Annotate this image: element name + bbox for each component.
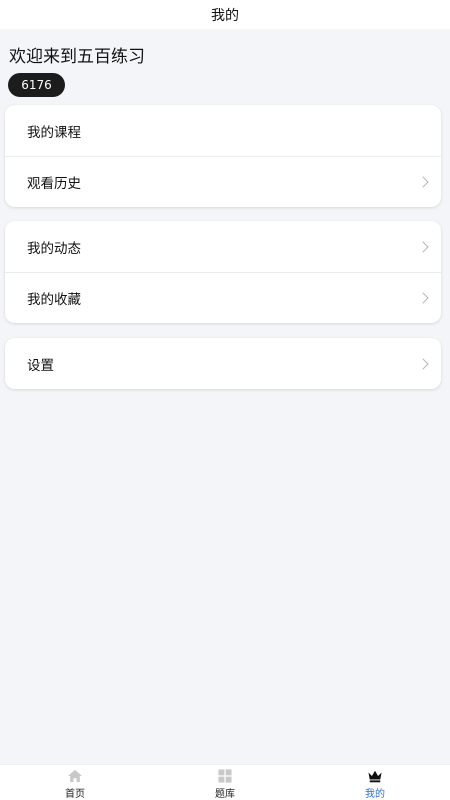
tab-home[interactable]: 首页: [0, 765, 150, 800]
welcome-text: 欢迎来到五百练习: [9, 47, 145, 67]
menu-item-my-courses[interactable]: 我的课程: [5, 105, 441, 156]
page-title: 我的: [211, 7, 239, 24]
menu-item-label: 设置: [27, 357, 54, 374]
menu-item-label: 我的收藏: [27, 292, 81, 308]
bottom-tab-bar: 首页 题库 我的: [0, 764, 450, 800]
chevron-right-icon: [417, 292, 429, 304]
menu-card-social: 我的动态 我的收藏: [5, 221, 441, 323]
chevron-right-icon: [417, 240, 429, 253]
chevron-right-icon: [417, 176, 429, 188]
crown-icon: [368, 770, 382, 783]
chevron-right-icon: [417, 357, 429, 370]
home-icon: [68, 769, 82, 783]
tab-label: 我的: [365, 789, 385, 800]
menu-item-label: 我的课程: [27, 124, 81, 141]
top-bar: 我的: [0, 0, 450, 29]
grid-icon: [218, 769, 232, 783]
tab-label: 题库: [215, 789, 235, 800]
tab-label: 首页: [65, 789, 85, 800]
menu-item-watch-history[interactable]: 观看历史: [5, 156, 441, 207]
app-screen: 我的 欢迎来到五百练习 6176 我的课程 观看历史 我的动态 我的收藏 设置: [0, 0, 450, 800]
menu-item-label: 我的动态: [27, 240, 81, 257]
menu-item-settings[interactable]: 设置: [5, 338, 441, 389]
tab-question-bank[interactable]: 题库: [150, 765, 300, 800]
user-id-badge: 6176: [8, 73, 65, 97]
menu-card-settings: 设置: [5, 338, 441, 389]
menu-item-my-posts[interactable]: 我的动态: [5, 221, 441, 272]
menu-item-label: 观看历史: [27, 176, 81, 192]
tab-mine[interactable]: 我的: [300, 765, 450, 800]
menu-card-learning: 我的课程 观看历史: [5, 105, 441, 207]
menu-item-my-favorites[interactable]: 我的收藏: [5, 272, 441, 323]
